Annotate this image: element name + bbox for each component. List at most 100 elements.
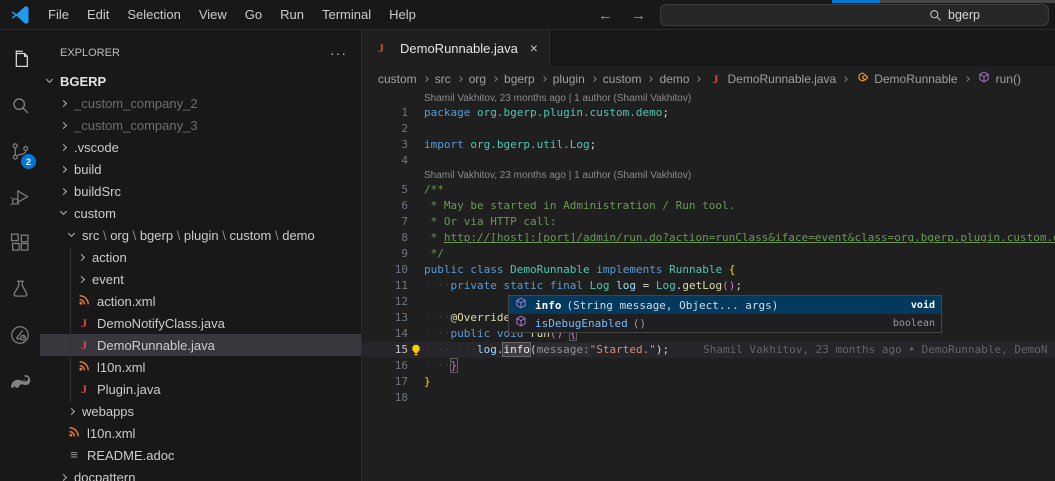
tree-item-src-org-bgerp-plugin-custom-demo[interactable]: src \ org \ bgerp \ plugin \ custom \ de…	[40, 224, 361, 246]
breadcrumb-demo[interactable]: demo	[659, 72, 689, 86]
codelens-annotation[interactable]: Shamil Vakhitov, 23 months ago | 1 autho…	[362, 92, 1055, 105]
menu-terminal[interactable]: Terminal	[313, 0, 380, 30]
activity-testing[interactable]	[0, 266, 40, 312]
breadcrumb: customsrcorgbgerpplugincustomdemoJDemoRu…	[362, 66, 1055, 92]
tree-item-docpattern[interactable]: docpattern	[40, 466, 361, 481]
code-editor[interactable]: Shamil Vakhitov, 23 months ago | 1 autho…	[362, 92, 1055, 406]
breadcrumb-separator-icon	[964, 76, 970, 82]
tree-item-demonotifyclass-java[interactable]: JDemoNotifyClass.java	[40, 312, 361, 334]
tree-item-label: l10n.xml	[97, 360, 145, 375]
activity-tool[interactable]	[0, 312, 40, 358]
testing-icon	[10, 279, 31, 300]
suggest-return-type: boolean	[893, 318, 935, 329]
chevron-right-icon	[60, 187, 67, 194]
tree-item-action-xml[interactable]: action.xml	[40, 290, 361, 312]
code-line-17: 17}	[362, 374, 1055, 390]
line-number: 10	[362, 262, 408, 278]
code-line-8: 8 * http://[host]:[port]/admin/run.do?ac…	[362, 230, 1055, 246]
tree-item-label: README.adoc	[87, 448, 174, 463]
activity-run-debug[interactable]	[0, 174, 40, 220]
menu-go[interactable]: Go	[236, 0, 271, 30]
tree-item-bgerp[interactable]: BGERP	[40, 70, 361, 92]
tree-item--custom-company-3[interactable]: _custom_company_3	[40, 114, 361, 136]
java-file-icon: J	[707, 71, 723, 87]
chevron-down-icon	[46, 76, 53, 83]
tree-item-label: action.xml	[97, 294, 156, 309]
back-arrow-icon[interactable]: ←	[598, 7, 613, 24]
command-center-search[interactable]: bgerp	[660, 4, 1049, 26]
menu-run[interactable]: Run	[271, 0, 313, 30]
close-icon[interactable]: ×	[530, 40, 538, 56]
code-line-6: 6 * May be started in Administration / R…	[362, 198, 1055, 214]
tree-item-label: docpattern	[74, 470, 135, 481]
breadcrumb-demorunnable[interactable]: DemoRunnable	[854, 71, 957, 87]
tree-item-l10n-xml[interactable]: l10n.xml	[40, 356, 361, 378]
suggest-widget: info(String message, Object... args)void…	[508, 295, 942, 333]
chevron-down-icon	[68, 230, 75, 237]
tree-item-label: BGERP	[60, 74, 106, 89]
tree-item-demorunnable-java[interactable]: JDemoRunnable.java	[40, 334, 361, 356]
activity-files[interactable]	[0, 36, 40, 82]
breadcrumb-separator-icon	[696, 76, 702, 82]
menu-view[interactable]: View	[190, 0, 236, 30]
line-number: 8	[362, 230, 408, 246]
tree-item-buildsrc[interactable]: buildSrc	[40, 180, 361, 202]
activity-source-control[interactable]: 2	[0, 128, 40, 174]
chevron-right-icon	[60, 143, 67, 150]
tree-item-webapps[interactable]: webapps	[40, 400, 361, 422]
line-number: 13	[362, 310, 408, 326]
java-file-icon: J	[76, 337, 92, 353]
line-number: 1	[362, 105, 408, 121]
suggest-item-isdebugenabled[interactable]: isDebugEnabled()boolean	[509, 314, 941, 332]
code-line-1: 1package org.bgerp.plugin.custom.demo;	[362, 105, 1055, 121]
tree-item-event[interactable]: event	[40, 268, 361, 290]
code-line-2: 2	[362, 121, 1055, 137]
menu-file[interactable]: File	[39, 0, 78, 30]
breadcrumb-src[interactable]: src	[435, 72, 451, 86]
code-line-15: 15········log.info(message:"Started.");S…	[362, 342, 1055, 358]
tree-item-build[interactable]: build	[40, 158, 361, 180]
tree-item-action[interactable]: action	[40, 246, 361, 268]
tab-demorunnable[interactable]: J DemoRunnable.java ×	[362, 30, 550, 66]
breadcrumb-demorunnable-java[interactable]: JDemoRunnable.java	[707, 71, 836, 87]
lightbulb-icon[interactable]	[410, 344, 422, 356]
menu-help[interactable]: Help	[380, 0, 425, 30]
tree-item-label: _custom_company_2	[74, 96, 198, 111]
breadcrumb-plugin[interactable]: plugin	[553, 72, 585, 86]
forward-arrow-icon[interactable]: →	[631, 7, 646, 24]
progress-strip-gray	[880, 0, 1055, 3]
breadcrumb-custom[interactable]: custom	[378, 72, 417, 86]
title-bar: FileEditSelectionViewGoRunTerminalHelp ←…	[0, 0, 1055, 30]
breadcrumb-separator-icon	[842, 76, 848, 82]
editor-group: J DemoRunnable.java × custom src org bgerp p…	[362, 30, 1055, 481]
activity-search[interactable]	[0, 82, 40, 128]
suggest-params: ()	[633, 317, 646, 330]
class-symbol-icon	[854, 71, 870, 87]
java-file-icon: J	[76, 315, 92, 331]
breadcrumb-custom[interactable]: custom	[603, 72, 642, 86]
tool-icon	[9, 324, 31, 346]
activity-extensions[interactable]	[0, 220, 40, 266]
tree-item--custom-company-2[interactable]: _custom_company_2	[40, 92, 361, 114]
breadcrumb-bgerp[interactable]: bgerp	[504, 72, 535, 86]
tree-item-plugin-java[interactable]: JPlugin.java	[40, 378, 361, 400]
suggest-name: info	[535, 299, 562, 312]
nav-arrows: ← →	[598, 0, 646, 30]
menu-selection[interactable]: Selection	[118, 0, 189, 30]
tree-item--vscode[interactable]: .vscode	[40, 136, 361, 158]
activity-gradle[interactable]	[0, 358, 40, 404]
method-symbol-icon	[513, 297, 529, 313]
codelens-annotation[interactable]: Shamil Vakhitov, 23 months ago | 1 autho…	[362, 169, 1055, 182]
more-actions-icon[interactable]: ···	[330, 45, 347, 61]
menu-edit[interactable]: Edit	[78, 0, 118, 30]
breadcrumb-run-[interactable]: run()	[976, 71, 1021, 87]
tree-item-readme-adoc[interactable]: ≡README.adoc	[40, 444, 361, 466]
suggest-return-type: void	[911, 300, 935, 311]
chevron-right-icon	[60, 473, 67, 480]
tree-item-custom[interactable]: custom	[40, 202, 361, 224]
tab-bar: J DemoRunnable.java ×	[362, 30, 1055, 66]
tree-item-l10n-xml[interactable]: l10n.xml	[40, 422, 361, 444]
line-number: 12	[362, 294, 408, 310]
suggest-item-info[interactable]: info(String message, Object... args)void	[509, 296, 941, 314]
breadcrumb-org[interactable]: org	[469, 72, 486, 86]
